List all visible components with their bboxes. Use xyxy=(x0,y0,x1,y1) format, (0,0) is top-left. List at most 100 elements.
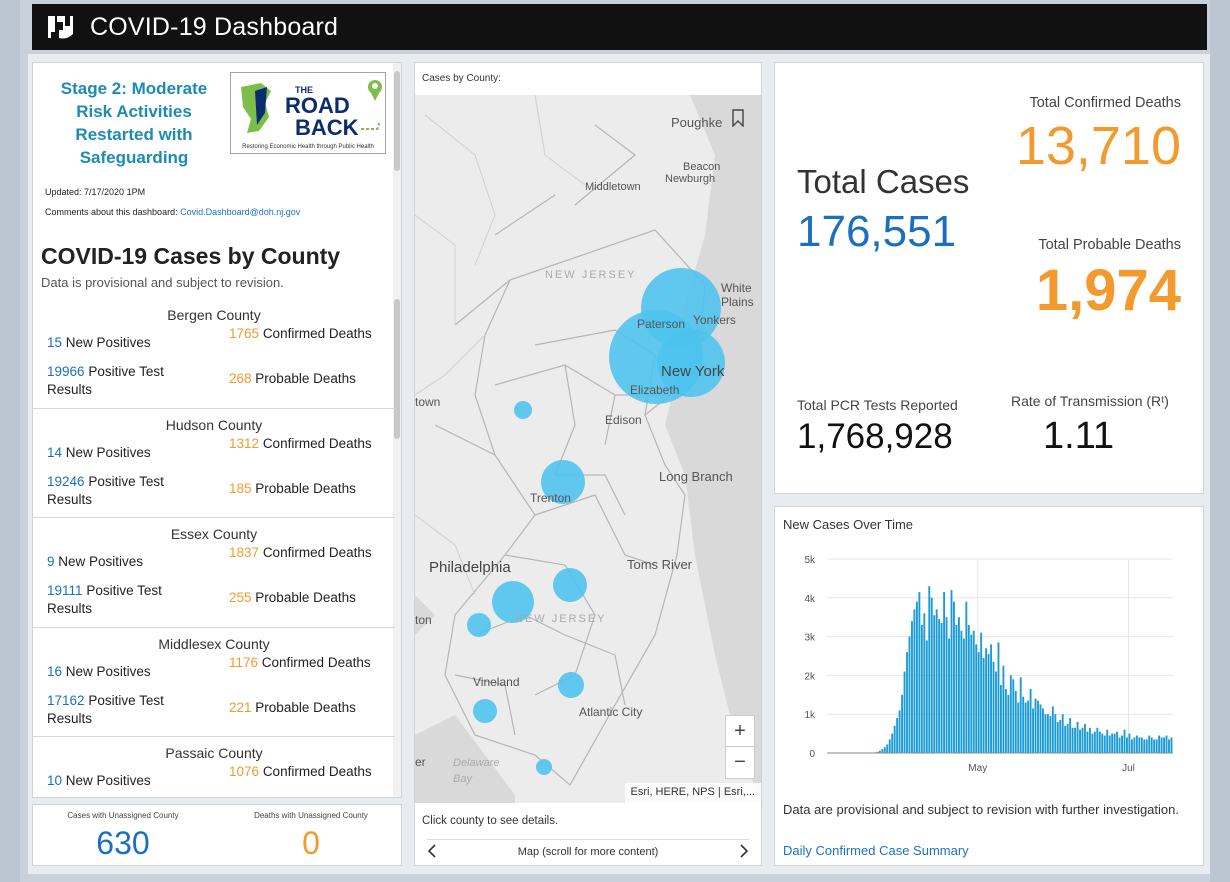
confirmed-deaths: 1837 Confirmed Deaths xyxy=(229,545,372,560)
chart-bar xyxy=(1116,731,1119,753)
chart-bar xyxy=(883,747,886,753)
bookmark-icon[interactable] xyxy=(731,109,745,127)
probable-deaths: 185 Probable Deaths xyxy=(229,480,356,496)
new-positives: 16 New Positives xyxy=(47,663,151,679)
map-bubble-cape-may xyxy=(536,759,552,775)
chart-bar xyxy=(928,586,931,753)
total-cases-value: 176,551 xyxy=(797,207,957,256)
dashboard-board: Stage 2: Moderate Risk Activities Restar… xyxy=(28,54,1210,874)
map-bubble-burlington xyxy=(553,568,587,602)
totals-panel: Total Cases 176,551 Total Confirmed Deat… xyxy=(774,62,1204,494)
chart-bar xyxy=(985,648,988,753)
chart-bar xyxy=(997,642,1000,753)
new-cases-chart[interactable]: 0 1k 2k 3k 4k 5k May Jul xyxy=(775,543,1203,793)
chart-bar xyxy=(1076,721,1079,753)
chart-bar xyxy=(1170,737,1173,753)
chart-bar xyxy=(1074,727,1077,753)
map-label-trenton: Trenton xyxy=(530,491,571,505)
confirmed-deaths: 1176 Confirmed Deaths xyxy=(229,654,371,670)
chart-bar xyxy=(1155,739,1158,753)
chart-bar xyxy=(948,638,950,753)
probable-deaths-value: 1,974 xyxy=(1035,258,1181,323)
chart-bar xyxy=(1153,739,1156,753)
zoom-in-button[interactable]: + xyxy=(726,716,754,747)
window-frame-left xyxy=(0,0,20,882)
chart-bar xyxy=(960,630,963,753)
chart-bar xyxy=(1148,735,1151,753)
unassigned-deaths-value: 0 xyxy=(302,825,320,861)
new-positives: 10 New Positives xyxy=(47,773,151,788)
chart-bar xyxy=(888,739,891,753)
chart-bar xyxy=(1000,685,1002,753)
county-item-essex[interactable]: Essex County 9 New Positives 19111 Posit… xyxy=(33,518,395,628)
chart-bar xyxy=(1140,737,1143,753)
county-item-passaic[interactable]: Passaic County 10 New Positives 1076 Con… xyxy=(33,737,395,797)
chart-bar xyxy=(975,644,978,753)
chart-bar xyxy=(1059,720,1062,753)
map-label-ton: ton xyxy=(415,613,432,627)
chart-bar xyxy=(1138,737,1141,753)
chart-bar xyxy=(1064,725,1067,753)
chart-bar xyxy=(911,621,913,753)
map-label-paterson: Paterson xyxy=(637,317,686,331)
map-label-delaware-bay: Delaware Bay xyxy=(453,757,500,785)
county-item-middlesex[interactable]: Middlesex County 16 New Positives 17162 … xyxy=(33,628,395,737)
chart-bar xyxy=(1133,737,1136,753)
chart-bar xyxy=(896,718,899,753)
chart-bar xyxy=(881,749,884,753)
confirmed-deaths: 1312 Confirmed Deaths xyxy=(229,435,372,451)
chart-bar xyxy=(1051,706,1054,753)
county-item-bergen[interactable]: Bergen County 15 New Positives 19966 Pos… xyxy=(33,299,395,409)
next-arrow-icon[interactable] xyxy=(739,844,749,861)
chart-bar xyxy=(957,617,960,753)
chart-bar xyxy=(1135,735,1138,753)
list-scrollbar-thumb-top[interactable] xyxy=(394,71,400,171)
county-list-title: COVID-19 Cases by County xyxy=(41,243,341,269)
county-list-panel[interactable]: Stage 2: Moderate Risk Activities Restar… xyxy=(32,62,402,798)
unassigned-deaths-label: Deaths with Unassigned County xyxy=(254,811,368,820)
chart-bar xyxy=(1091,733,1094,753)
unassigned-cases-label: Cases with Unassigned County xyxy=(67,811,179,820)
chart-bar xyxy=(935,609,938,753)
chart-bar xyxy=(923,613,926,753)
stage-text: Stage 2: Moderate Risk Activities Restar… xyxy=(60,79,208,167)
chart-bar xyxy=(1027,700,1030,753)
comments-email-link[interactable]: Covid.Dashboard@doh.nj.gov xyxy=(180,207,300,217)
chart-bar xyxy=(1121,735,1123,753)
chart-bar xyxy=(1128,733,1131,753)
county-map[interactable]: Poughke Beacon Newburgh Middletown NEW J… xyxy=(415,95,761,803)
chart-bar xyxy=(1086,731,1089,753)
chart-bar xyxy=(1165,735,1168,753)
daily-case-summary-link[interactable]: Daily Confirmed Case Summary xyxy=(783,843,969,858)
probable-deaths: 268 Probable Deaths xyxy=(229,371,356,386)
chart-bar xyxy=(1168,739,1170,753)
map-bubble-hunterdon xyxy=(514,401,532,419)
map-bubble-atlantic xyxy=(558,672,584,698)
chart-bar xyxy=(920,624,923,753)
new-positives: 14 New Positives xyxy=(47,444,151,460)
chart-bar xyxy=(977,652,980,753)
chart-bar xyxy=(1019,677,1022,753)
chart-bar xyxy=(1029,688,1032,753)
chart-title: New Cases Over Time xyxy=(783,517,914,532)
road-back-caption: Restoring Economic Health through Public… xyxy=(242,144,374,150)
chart-ytick-label: 1k xyxy=(804,710,816,721)
zoom-out-button[interactable]: − xyxy=(726,747,754,778)
map-bubble-cumberland xyxy=(473,699,497,723)
chart-ytick-label: 4k xyxy=(804,594,816,605)
new-positives: 9 New Positives xyxy=(47,554,144,569)
county-item-hudson[interactable]: Hudson County 14 New Positives 19246 Pos… xyxy=(33,409,395,518)
comments-label: Comments about this dashboard: xyxy=(45,207,178,217)
map-label-new-york: New York xyxy=(661,363,725,380)
probable-deaths-label: Total Probable Deaths xyxy=(1038,237,1181,253)
chart-bar xyxy=(1096,727,1099,753)
chart-bar xyxy=(1049,716,1052,753)
map-label-white-plains: White Plains xyxy=(721,281,754,309)
chart-bar xyxy=(1160,737,1163,753)
map-attribution[interactable]: Esri, HERE, NPS | Esri,... xyxy=(624,783,761,803)
map-basemap xyxy=(415,95,761,803)
comments-line: Comments about this dashboard: Covid.Das… xyxy=(45,207,300,217)
total-cases-label: Total Cases xyxy=(797,163,970,200)
chart-bar xyxy=(1106,729,1109,753)
chart-bar xyxy=(1039,704,1042,753)
